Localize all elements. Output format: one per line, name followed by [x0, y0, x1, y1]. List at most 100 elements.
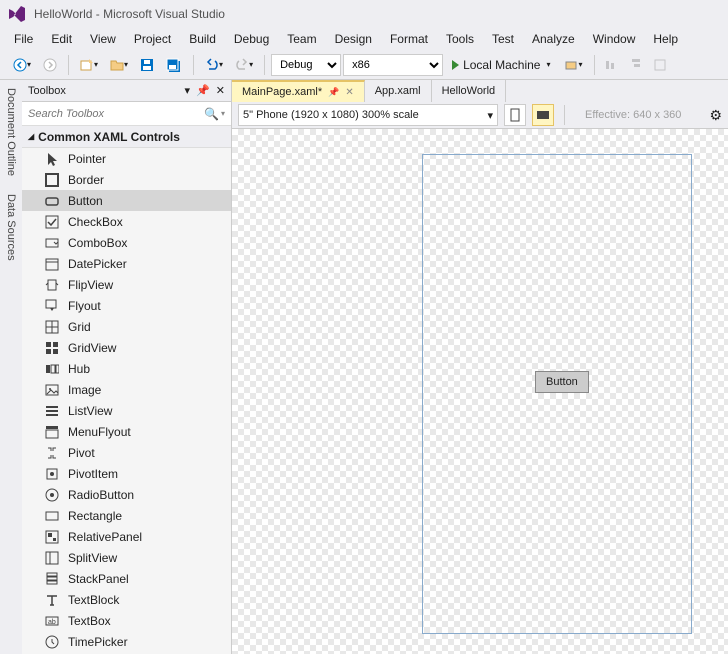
toolbox-item-flipview[interactable]: FlipView — [22, 274, 231, 295]
button-icon — [44, 193, 60, 209]
nav-forward-button[interactable] — [38, 55, 62, 75]
close-icon[interactable]: ✕ — [345, 87, 353, 98]
toolbox-item-pivotitem[interactable]: PivotItem — [22, 463, 231, 484]
menu-window[interactable]: Window — [585, 30, 644, 48]
tab-mainpage[interactable]: MainPage.xaml* 📌 ✕ — [232, 80, 365, 102]
menu-tools[interactable]: Tools — [438, 30, 482, 48]
menu-design[interactable]: Design — [327, 30, 380, 48]
toolbox-item-listview[interactable]: ListView — [22, 400, 231, 421]
designer-toolbar: 5" Phone (1920 x 1080) 300% scale ▾ Effe… — [232, 102, 728, 129]
toolbox-item-label: SplitView — [68, 551, 117, 565]
toolbox-item-label: Rectangle — [68, 509, 122, 523]
toolbox-item-label: CheckBox — [68, 215, 123, 229]
toolbox-item-textblock[interactable]: TextBlock — [22, 589, 231, 610]
device-label: 5" Phone (1920 x 1080) 300% scale — [243, 109, 419, 121]
menu-file[interactable]: File — [6, 30, 41, 48]
save-button[interactable] — [135, 55, 159, 75]
menu-edit[interactable]: Edit — [43, 30, 80, 48]
rail-data-sources[interactable]: Data Sources — [5, 190, 17, 265]
orientation-landscape-button[interactable] — [532, 104, 554, 126]
device-frame: Button — [422, 154, 692, 634]
toolbox-item-label: StackPanel — [68, 572, 129, 586]
pin-icon[interactable]: 📌 — [196, 84, 210, 97]
toolbox-item-hub[interactable]: Hub — [22, 358, 231, 379]
menu-help[interactable]: Help — [645, 30, 686, 48]
close-icon[interactable]: ✕ — [216, 84, 225, 97]
menu-project[interactable]: Project — [126, 30, 179, 48]
design-surface[interactable]: Button — [429, 155, 691, 633]
toolbox-category-header[interactable]: ◢ Common XAML Controls — [22, 126, 231, 148]
device-dropdown[interactable]: 5" Phone (1920 x 1080) 300% scale ▾ — [238, 104, 498, 126]
toolbox-item-image[interactable]: Image — [22, 379, 231, 400]
menu-view[interactable]: View — [82, 30, 124, 48]
rail-document-outline[interactable]: Document Outline — [5, 84, 17, 180]
menu-build[interactable]: Build — [181, 30, 224, 48]
toolbox-item-flyout[interactable]: Flyout — [22, 295, 231, 316]
menu-debug[interactable]: Debug — [226, 30, 277, 48]
toolbox-item-menuflyout[interactable]: MenuFlyout — [22, 421, 231, 442]
pin-icon[interactable]: 📌 — [328, 87, 339, 98]
timepicker-icon — [44, 634, 60, 650]
menu-format[interactable]: Format — [382, 30, 436, 48]
toolbox-item-pivot[interactable]: Pivot — [22, 442, 231, 463]
vs-logo-icon — [8, 5, 26, 23]
redo-button[interactable]: ▾ — [230, 55, 258, 75]
toolbox-search-input[interactable] — [28, 108, 204, 120]
toolbox-search[interactable]: 🔍 ▾ — [22, 102, 231, 126]
separator — [594, 55, 595, 75]
panel-dropdown-icon[interactable]: ▾ — [185, 84, 191, 97]
toolbox-item-splitview[interactable]: SplitView — [22, 547, 231, 568]
search-icon: 🔍 — [204, 107, 219, 121]
checkbox-icon — [44, 214, 60, 230]
toolbox-item-rectangle[interactable]: Rectangle — [22, 505, 231, 526]
toolbox-item-pointer[interactable]: Pointer — [22, 148, 231, 169]
toolbox-item-label: RelativePanel — [68, 530, 142, 544]
toolbox-item-stackpanel[interactable]: StackPanel — [22, 568, 231, 589]
save-all-button[interactable] — [161, 55, 187, 75]
relativepanel-icon — [44, 529, 60, 545]
placed-button-control[interactable]: Button — [535, 371, 589, 393]
toolbox-item-button[interactable]: Button — [22, 190, 231, 211]
toolbox-item-timepicker[interactable]: TimePicker — [22, 631, 231, 652]
left-rail: Document Outline Data Sources — [0, 80, 22, 654]
menu-analyze[interactable]: Analyze — [524, 30, 583, 48]
toolbox-item-datepicker[interactable]: DatePicker — [22, 253, 231, 274]
toolbox-item-radiobutton[interactable]: RadioButton — [22, 484, 231, 505]
document-tabbar: MainPage.xaml* 📌 ✕ App.xaml HelloWorld — [232, 80, 728, 102]
toolbox-item-checkbox[interactable]: CheckBox — [22, 211, 231, 232]
design-canvas[interactable]: Button — [232, 129, 728, 654]
run-button[interactable]: Local Machine▾ — [445, 55, 557, 75]
separator — [193, 55, 194, 75]
debug-target-button[interactable]: ▾ — [559, 55, 587, 75]
new-project-button[interactable]: ▾ — [75, 55, 103, 75]
toolbox-item-combobox[interactable]: ComboBox — [22, 232, 231, 253]
toolbox-item-relativepanel[interactable]: RelativePanel — [22, 526, 231, 547]
textblock-icon — [44, 592, 60, 608]
undo-button[interactable]: ▾ — [200, 55, 228, 75]
toolbox-item-label: Image — [68, 383, 101, 397]
menu-test[interactable]: Test — [484, 30, 522, 48]
tab-label: MainPage.xaml* — [242, 86, 322, 98]
toolbox-item-gridview[interactable]: GridView — [22, 337, 231, 358]
tab-helloworld[interactable]: HelloWorld — [432, 80, 507, 102]
tab-label: App.xaml — [375, 85, 421, 97]
toolbox-item-grid[interactable]: Grid — [22, 316, 231, 337]
nav-back-button[interactable]: ▾ — [8, 55, 36, 75]
main-toolbar: ▾ ▾ ▾ ▾ ▾ Debug x86 Local Machine▾ ▾ — [0, 50, 728, 80]
gear-icon[interactable]: ⚙ — [709, 107, 722, 124]
tab-appxaml[interactable]: App.xaml — [365, 80, 432, 102]
align-button-2 — [625, 56, 647, 74]
toolbox-item-label: TextBlock — [68, 593, 119, 607]
orientation-portrait-button[interactable] — [504, 104, 526, 126]
toolbox-item-label: RadioButton — [68, 488, 134, 502]
config-dropdown[interactable]: Debug — [271, 54, 341, 76]
image-icon — [44, 382, 60, 398]
toolbox-header: Toolbox ▾ 📌 ✕ — [22, 80, 231, 102]
toolbox-item-textbox[interactable]: abTextBox — [22, 610, 231, 631]
platform-dropdown[interactable]: x86 — [343, 54, 443, 76]
menu-team[interactable]: Team — [279, 30, 324, 48]
toolbox-item-border[interactable]: Border — [22, 169, 231, 190]
flipview-icon — [44, 277, 60, 293]
tab-label: HelloWorld — [442, 85, 496, 97]
open-file-button[interactable]: ▾ — [105, 55, 133, 75]
